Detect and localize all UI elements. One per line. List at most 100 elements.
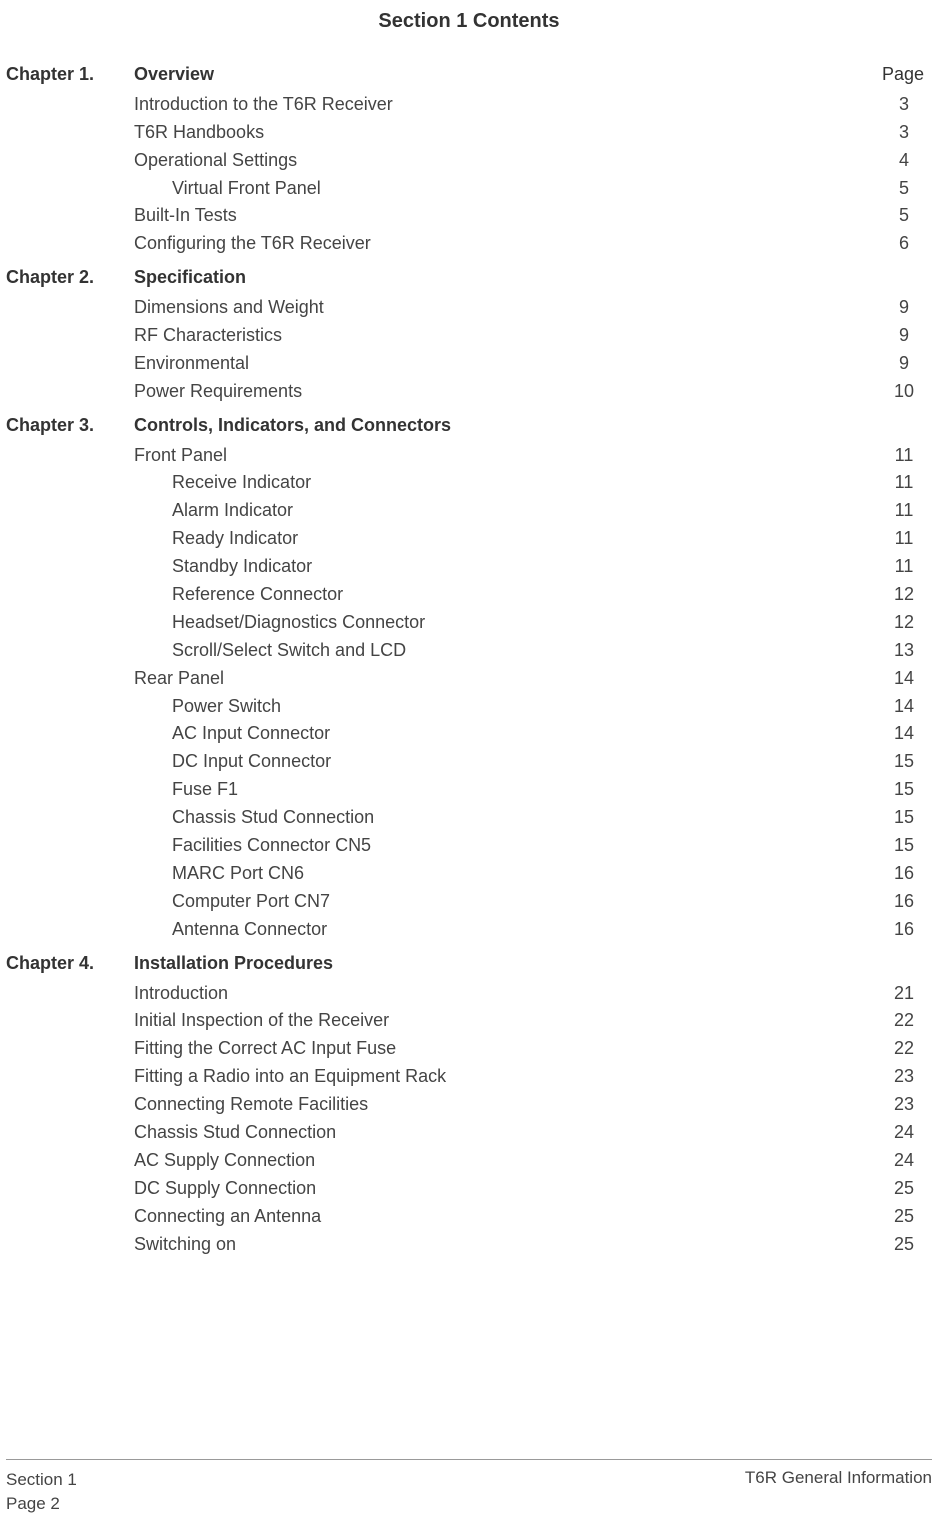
toc-entry-text: Virtual Front Panel [172, 175, 876, 203]
toc-entry-text: DC Supply Connection [134, 1175, 876, 1203]
toc-entry-page: 10 [876, 378, 932, 406]
toc-entry-text: Connecting an Antenna [134, 1203, 876, 1231]
toc-entry-text: Connecting Remote Facilities [134, 1091, 876, 1119]
chapter-label: Chapter 1. [6, 61, 134, 89]
chapter-label: Chapter 4. [6, 950, 134, 978]
toc-entry-text: Facilities Connector CN5 [172, 832, 876, 860]
toc-entry-text: Front Panel [134, 442, 876, 470]
chapter-title: Specification [134, 264, 932, 292]
table-of-contents: Chapter 1.OverviewPageIntroduction to th… [6, 61, 932, 1258]
toc-entry: Virtual Front Panel5 [6, 175, 932, 203]
toc-entry: Reference Connector12 [6, 581, 932, 609]
toc-entry-text: Chassis Stud Connection [134, 1119, 876, 1147]
chapter-label: Chapter 3. [6, 412, 134, 440]
toc-entry-text: Switching on [134, 1231, 876, 1259]
toc-entry: Fuse F115 [6, 776, 932, 804]
toc-entry: RF Characteristics9 [6, 322, 932, 350]
toc-entry-text: Ready Indicator [172, 525, 876, 553]
chapter-block: Chapter 3.Controls, Indicators, and Conn… [6, 412, 932, 944]
toc-entry-text: Receive Indicator [172, 469, 876, 497]
toc-entry-text: Standby Indicator [172, 553, 876, 581]
toc-entry-text: Fuse F1 [172, 776, 876, 804]
toc-entry: Built-In Tests5 [6, 202, 932, 230]
toc-entry-page: 12 [876, 609, 932, 637]
toc-entry-page: 14 [876, 693, 932, 721]
toc-entry-page: 12 [876, 581, 932, 609]
toc-entry-text: Scroll/Select Switch and LCD [172, 637, 876, 665]
toc-entry-text: Introduction to the T6R Receiver [134, 91, 876, 119]
toc-entry-page: 13 [876, 637, 932, 665]
toc-entry: Headset/Diagnostics Connector12 [6, 609, 932, 637]
toc-entry-page: 16 [876, 888, 932, 916]
toc-entry-text: Configuring the T6R Receiver [134, 230, 876, 258]
toc-entry: Front Panel11 [6, 442, 932, 470]
chapter-block: Chapter 2.SpecificationDimensions and We… [6, 264, 932, 405]
toc-entry: DC Supply Connection25 [6, 1175, 932, 1203]
toc-entry: Scroll/Select Switch and LCD13 [6, 637, 932, 665]
toc-entry-page: 24 [876, 1119, 932, 1147]
toc-entry-text: Reference Connector [172, 581, 876, 609]
toc-entry-text: RF Characteristics [134, 322, 876, 350]
toc-entry-page: 15 [876, 804, 932, 832]
toc-entry-page: 16 [876, 916, 932, 944]
toc-entry: AC Supply Connection24 [6, 1147, 932, 1175]
toc-entry: Introduction to the T6R Receiver3 [6, 91, 932, 119]
toc-entry-text: Chassis Stud Connection [172, 804, 876, 832]
toc-entry-page: 11 [876, 469, 932, 497]
toc-entry-page: 23 [876, 1091, 932, 1119]
toc-entry-page: 11 [876, 553, 932, 581]
toc-entry-text: Rear Panel [134, 665, 876, 693]
toc-entry: Environmental9 [6, 350, 932, 378]
toc-entry: Standby Indicator11 [6, 553, 932, 581]
toc-entry-text: Alarm Indicator [172, 497, 876, 525]
chapter-heading-row: Chapter 3.Controls, Indicators, and Conn… [6, 412, 932, 440]
toc-entry-text: Headset/Diagnostics Connector [172, 609, 876, 637]
toc-entry: Switching on25 [6, 1231, 932, 1259]
toc-entry-page: 11 [876, 442, 932, 470]
chapter-title: Installation Procedures [134, 950, 932, 978]
toc-entry: Connecting Remote Facilities23 [6, 1091, 932, 1119]
toc-entry-text: AC Input Connector [172, 720, 876, 748]
toc-entry-page: 24 [876, 1147, 932, 1175]
toc-entry-page: 5 [876, 175, 932, 203]
toc-entry: Rear Panel14 [6, 665, 932, 693]
toc-entry-page: 4 [876, 147, 932, 175]
toc-entry-page: 6 [876, 230, 932, 258]
toc-entry-page: 11 [876, 525, 932, 553]
toc-entry-page: 25 [876, 1175, 932, 1203]
toc-entry-text: Operational Settings [134, 147, 876, 175]
toc-entry-page: 11 [876, 497, 932, 525]
toc-entry-text: Built-In Tests [134, 202, 876, 230]
toc-entry-page: 15 [876, 832, 932, 860]
toc-entry-text: Power Switch [172, 693, 876, 721]
toc-entry: Power Requirements10 [6, 378, 932, 406]
toc-entry-text: Power Requirements [134, 378, 876, 406]
toc-entry: Chassis Stud Connection24 [6, 1119, 932, 1147]
toc-entry: Configuring the T6R Receiver6 [6, 230, 932, 258]
toc-entry-text: Initial Inspection of the Receiver [134, 1007, 876, 1035]
toc-entry: Operational Settings4 [6, 147, 932, 175]
toc-entry: Chassis Stud Connection15 [6, 804, 932, 832]
toc-entry-page: 23 [876, 1063, 932, 1091]
toc-entry-page: 22 [876, 1007, 932, 1035]
toc-entry-page: 16 [876, 860, 932, 888]
toc-entry-page: 9 [876, 322, 932, 350]
footer-left: Section 1 Page 2 [6, 1468, 77, 1516]
toc-entry: Computer Port CN716 [6, 888, 932, 916]
toc-entry-text: Fitting the Correct AC Input Fuse [134, 1035, 876, 1063]
chapter-block: Chapter 4.Installation ProceduresIntrodu… [6, 950, 932, 1259]
chapter-heading-row: Chapter 2.Specification [6, 264, 932, 292]
toc-entry-page: 14 [876, 720, 932, 748]
toc-entry-page: 3 [876, 91, 932, 119]
chapter-title: Controls, Indicators, and Connectors [134, 412, 932, 440]
toc-entry-page: 25 [876, 1203, 932, 1231]
document-title: Section 1 Contents [6, 10, 932, 33]
toc-entry: MARC Port CN616 [6, 860, 932, 888]
toc-entry-page: 22 [876, 1035, 932, 1063]
toc-entry: Power Switch14 [6, 693, 932, 721]
toc-entry-text: Dimensions and Weight [134, 294, 876, 322]
chapter-label: Chapter 2. [6, 264, 134, 292]
toc-entry-page: 5 [876, 202, 932, 230]
toc-entry-text: DC Input Connector [172, 748, 876, 776]
toc-entry: Receive Indicator11 [6, 469, 932, 497]
